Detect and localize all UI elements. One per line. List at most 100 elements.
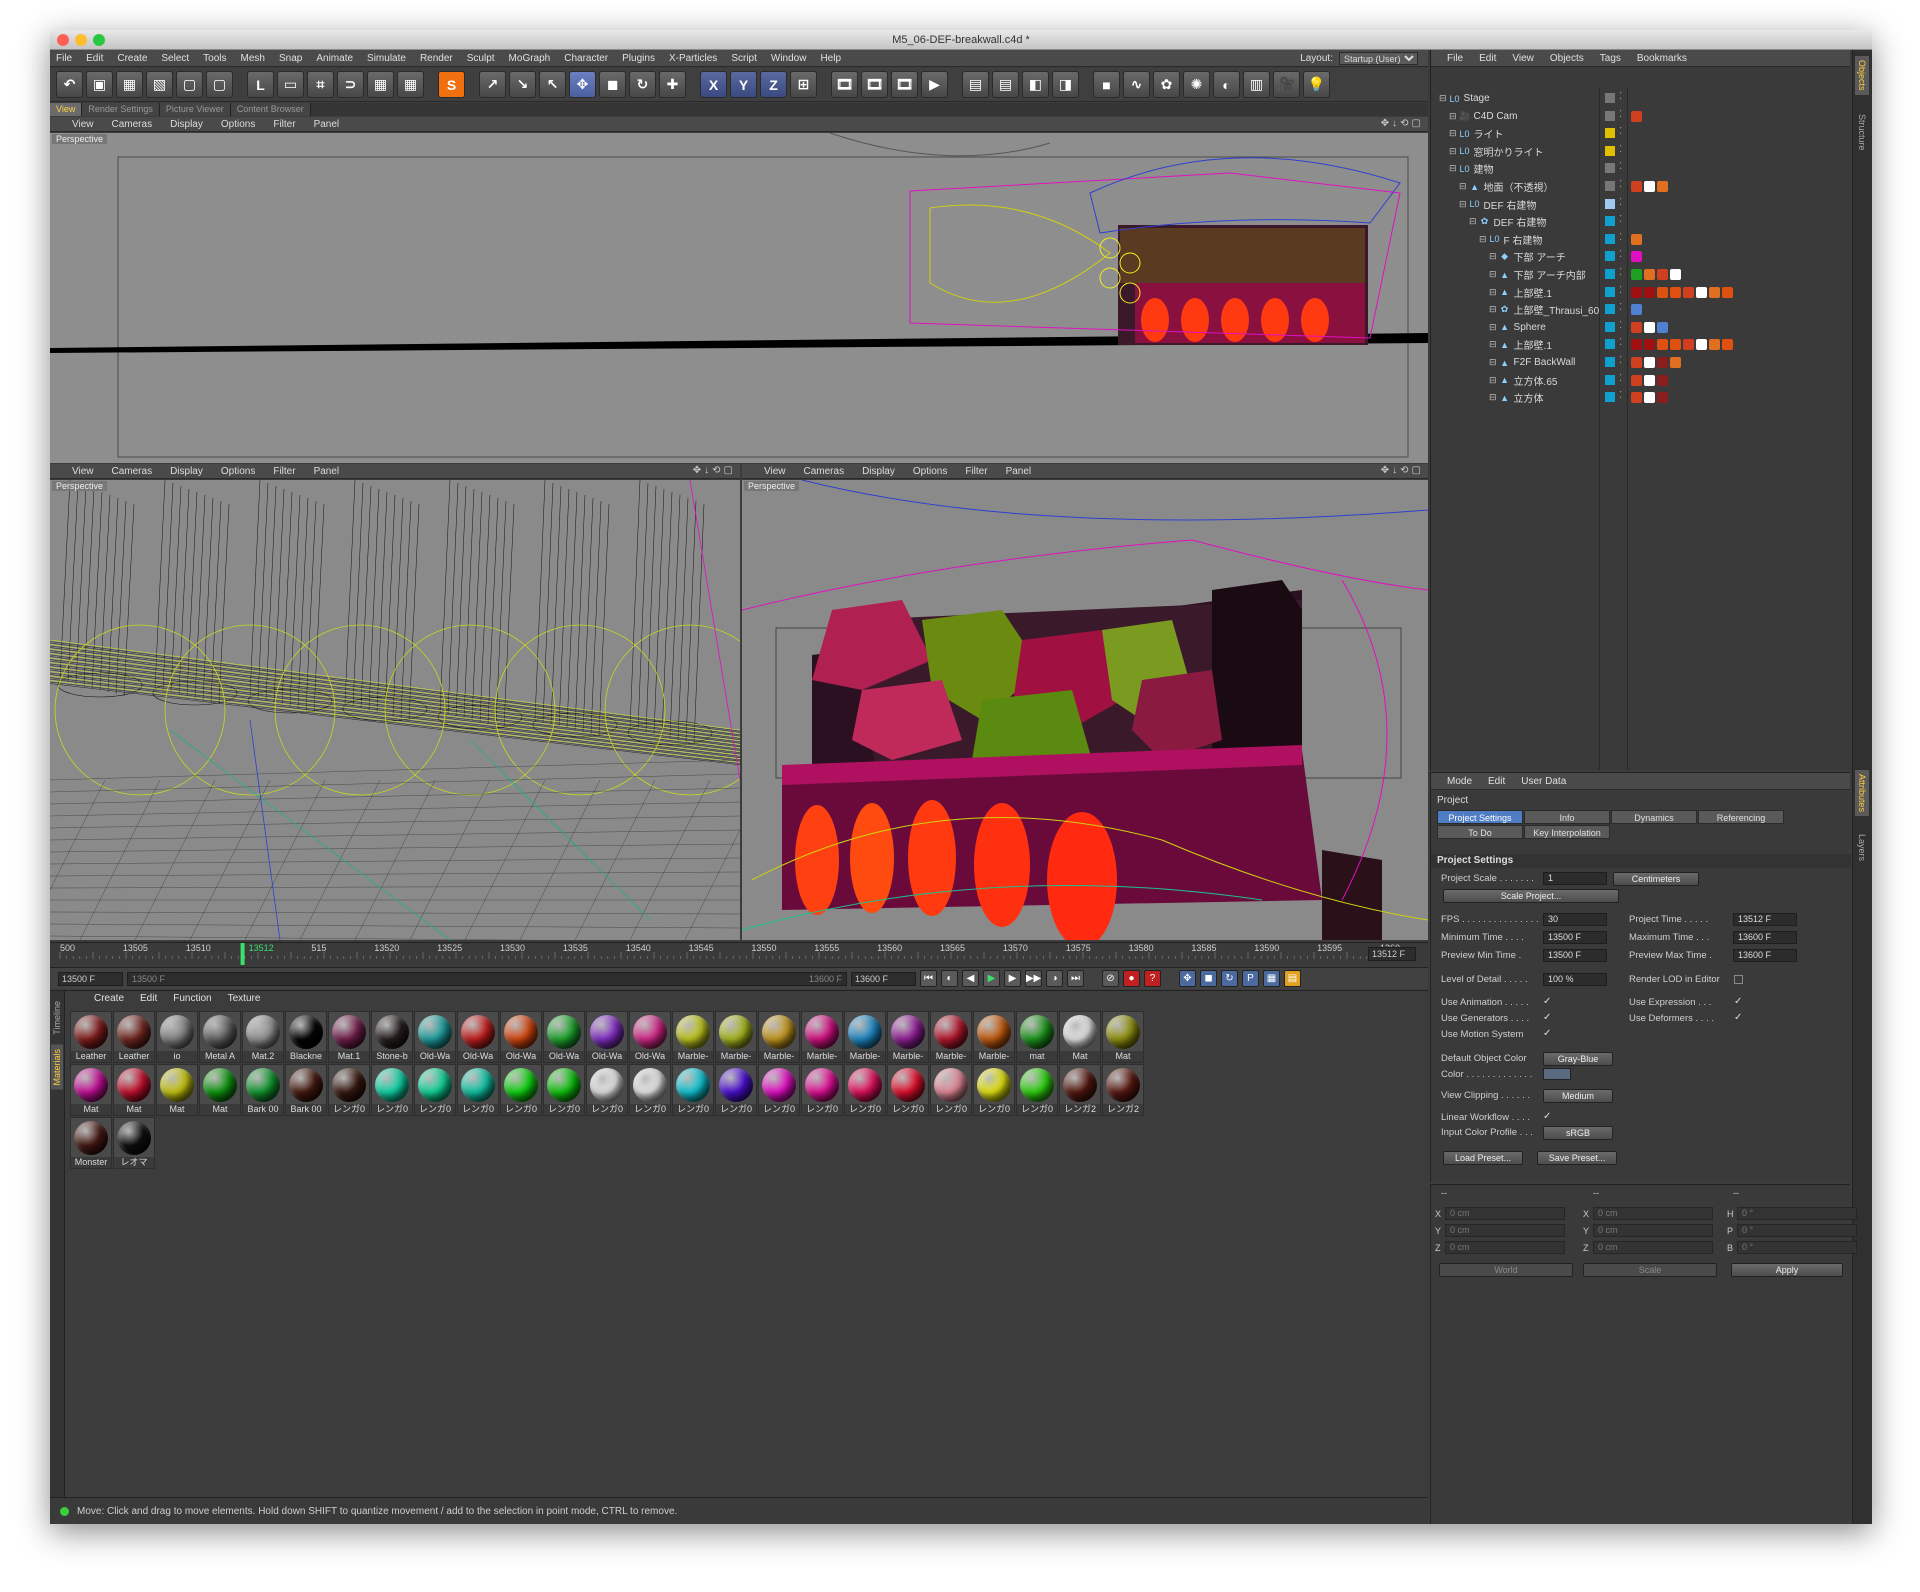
viewport-menu-cameras[interactable]: Cameras [804,466,845,477]
help-button[interactable]: ? [1144,970,1161,987]
tag-icon[interactable] [1722,286,1733,298]
tag-icon[interactable] [1631,321,1642,333]
coord-field[interactable]: 0 cm [1593,1224,1713,1237]
render-icon[interactable]: ◨ [1052,71,1079,98]
tag-icon[interactable] [1657,321,1668,333]
use-generators-checkbox[interactable]: ✓ [1543,1013,1552,1023]
menu-simulate[interactable]: Simulate [367,53,406,64]
layer-swatch[interactable] [1605,392,1615,403]
tag-icon[interactable] [1657,357,1668,368]
scale-project-button[interactable]: Scale Project... [1443,889,1619,903]
tab-objects[interactable]: Objects [1855,56,1869,95]
object-row[interactable]: ⊟ ✿ DEF 右建物 ⁚ [1431,213,1851,230]
material-swatch[interactable]: Old-Wa [457,1011,499,1063]
undo-icon[interactable]: ↶ [56,71,83,98]
object-row[interactable]: ⊟ ▲ 地面（不透視） ⁚ [1431,178,1851,195]
material-swatch[interactable]: Marble- [672,1011,714,1063]
viewport-menu-cameras[interactable]: Cameras [112,466,153,477]
coord-field[interactable]: 0 cm [1593,1207,1713,1220]
viewport-menu-cameras[interactable]: Cameras [112,119,153,130]
layer-swatch[interactable] [1605,269,1615,279]
film-icon[interactable]: 🎞 [861,71,888,98]
object-row[interactable]: ⊟ ▲ 立方体.65 ⁚ [1431,372,1851,389]
x-axis-icon[interactable]: X [700,71,727,98]
material-swatch[interactable]: レンガ0 [930,1064,972,1116]
visibility-dots-icon[interactable]: ⁚ [1619,267,1622,278]
viewport-menu-options[interactable]: Options [221,119,255,130]
layer-swatch[interactable] [1605,374,1615,385]
object-row[interactable]: ⊟ ▲ 下部 アーチ内部 ⁚ [1431,266,1851,283]
object-row[interactable]: ⊟ ▲ Sphere ⁚ [1431,319,1851,336]
sculpt-s-icon[interactable]: S [438,71,465,98]
tag-icon[interactable] [1631,181,1642,192]
record-button[interactable]: ◐ [941,970,958,987]
viewport-menu-filter[interactable]: Filter [273,119,295,130]
material-swatch[interactable]: レンガ0 [457,1064,499,1116]
material-swatch[interactable]: Blackne [285,1011,327,1063]
color-swatch[interactable] [1543,1068,1571,1080]
tab-render-settings[interactable]: Render Settings [82,103,160,116]
magnet-icon[interactable]: ⊃ [337,71,364,98]
grid-snap-icon[interactable]: ▦ [367,71,394,98]
tag-icon[interactable] [1657,339,1668,351]
object-row[interactable]: ⊟ L0 DEF 右建物 ⁚ [1431,196,1851,213]
coord-field[interactable]: 0 cm [1593,1241,1713,1254]
project-time-field[interactable]: 13512 F [1733,913,1797,926]
tab-layers[interactable]: Layers [1855,830,1869,865]
material-swatch[interactable]: Marble- [887,1011,929,1063]
menu-mograph[interactable]: MoGraph [509,53,551,64]
pla-key-button[interactable]: ▦ [1263,970,1280,987]
expand-toggle-icon[interactable]: ⊟ [1489,357,1497,368]
menu-file[interactable]: File [56,53,72,64]
layer-swatch[interactable] [1605,321,1615,332]
material-swatch[interactable]: io [156,1011,198,1063]
menu-select[interactable]: Select [161,53,189,64]
layer-swatch[interactable] [1605,286,1615,297]
material-swatch[interactable]: レンガ0 [672,1064,714,1116]
layer-swatch[interactable] [1605,145,1615,156]
arrow-icon[interactable]: ↘ [509,71,536,98]
timeline-ruler[interactable]: 500 13505 13510 13512 515 13520 13525 13530 1353… [50,942,1428,966]
preview-min-field[interactable]: 13500 F [1543,949,1607,962]
tag-icon[interactable] [1644,181,1655,192]
menu-edit[interactable]: Edit [86,53,103,64]
tag-icon[interactable] [1644,269,1655,280]
expand-toggle-icon[interactable]: ⊟ [1489,375,1497,386]
visibility-dots-icon[interactable]: ⁚ [1619,197,1622,208]
material-swatch[interactable]: Leather [113,1011,155,1063]
tag-icon[interactable] [1631,110,1642,122]
spline-icon[interactable]: ∿ [1123,71,1150,98]
tab-materials[interactable]: Materials [51,1045,63,1090]
material-swatch[interactable]: mat [1016,1011,1058,1063]
expand-toggle-icon[interactable]: ⊟ [1479,234,1487,245]
menu-window[interactable]: Window [771,53,807,64]
render-icon[interactable]: ▤ [992,71,1019,98]
viewport-bottom-right[interactable]: Perspective [742,480,1428,940]
apply-button[interactable]: Apply [1731,1263,1843,1277]
material-swatch[interactable]: レンガ2 [1059,1064,1101,1116]
tab-view[interactable]: View [50,103,83,116]
viewport-menu-display[interactable]: Display [170,119,203,130]
layer-swatch[interactable] [1605,233,1615,244]
tag-icon[interactable] [1644,321,1655,333]
material-swatch[interactable]: レンガ0 [973,1064,1015,1116]
select-icon[interactable]: ↖ [539,71,566,98]
material-swatch[interactable]: Mat [1059,1011,1101,1063]
tag-icon[interactable] [1631,304,1642,316]
timeline-button[interactable]: ▤ [1284,970,1301,987]
project-scale-field[interactable]: 1 [1543,872,1607,885]
attribute-menu-mode[interactable]: Mode [1447,776,1472,787]
material-swatch[interactable]: レンガ0 [328,1064,370,1116]
range-start-field[interactable]: 13500 F [58,971,123,986]
scale-key-button[interactable]: ◼ [1200,970,1217,987]
tag-icon[interactable] [1657,392,1668,404]
material-menu-create[interactable]: Create [94,993,124,1004]
tab-key-interpolation[interactable]: Key Interpolation [1524,825,1610,839]
menu-help[interactable]: Help [820,53,841,64]
next-frame-button[interactable]: ▶ [1004,970,1021,987]
coord-field[interactable]: 0 ° [1737,1207,1857,1220]
viewport-menu-view[interactable]: View [764,466,786,477]
viewport-menu-panel[interactable]: Panel [314,119,340,130]
expand-toggle-icon[interactable]: ⊟ [1489,339,1497,350]
tag-icon[interactable] [1709,339,1720,351]
